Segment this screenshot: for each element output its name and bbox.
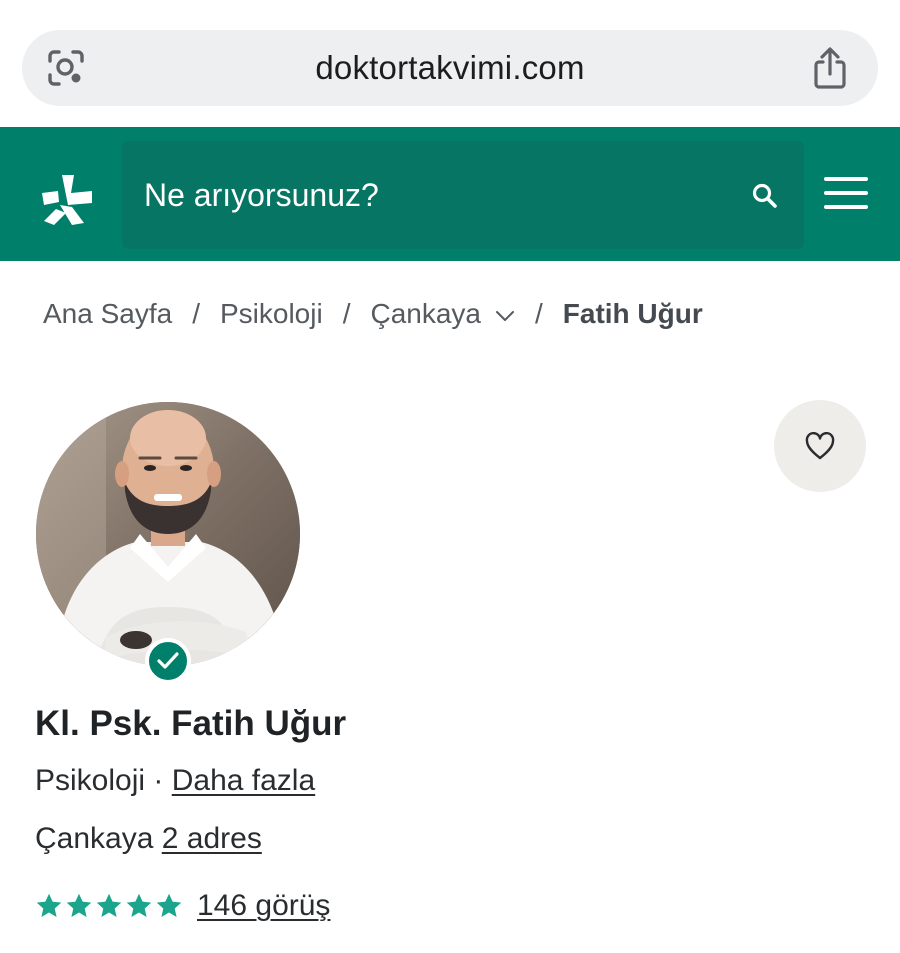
search-placeholder: Ne arıyorsunuz? [144, 177, 379, 213]
more-specialties-link[interactable]: Daha fazla [172, 764, 315, 797]
search-input[interactable]: Ne arıyorsunuz? [122, 141, 804, 249]
heart-icon [805, 432, 835, 460]
doctor-portrait-image [36, 402, 300, 666]
favorite-button[interactable] [774, 400, 866, 492]
doctor-name: Kl. Psk. Fatih Uğur [35, 704, 347, 743]
url-text[interactable]: doktortakvimi.com [22, 30, 878, 106]
avatar[interactable] [36, 402, 300, 666]
star-icon [36, 893, 62, 917]
specialty-text: Psikoloji [35, 764, 146, 797]
star-icon [126, 893, 152, 917]
breadcrumb-current: Fatih Uğur [562, 298, 703, 329]
addresses-link[interactable]: 2 adres [162, 822, 262, 855]
chevron-down-icon[interactable] [495, 310, 515, 322]
specialty-line: Psikoloji · Daha fazla [35, 764, 315, 798]
breadcrumb: Ana Sayfa / Psikoloji / Çankaya / Fatih … [43, 296, 703, 332]
site-header: Ne arıyorsunuz? [0, 127, 900, 261]
breadcrumb-separator: / [192, 298, 200, 329]
address-bar[interactable]: doktortakvimi.com [22, 30, 878, 106]
checkmark-icon [157, 652, 179, 669]
breadcrumb-item-specialty[interactable]: Psikoloji [220, 298, 323, 330]
hamburger-menu-icon[interactable] [824, 175, 868, 211]
star-icon [96, 893, 122, 917]
verified-badge [145, 638, 191, 684]
breadcrumb-item-home[interactable]: Ana Sayfa [43, 298, 172, 330]
share-icon[interactable] [810, 46, 850, 90]
star-rating [35, 892, 183, 920]
star-icon [156, 893, 182, 917]
address-line: Çankaya 2 adres [35, 822, 262, 856]
doktortakvimi-logo-icon[interactable] [38, 171, 96, 227]
breadcrumb-separator: / [342, 298, 351, 329]
breadcrumb-item-district[interactable]: Çankaya [370, 298, 481, 330]
district-text: Çankaya [35, 822, 154, 855]
specialty-separator: · [153, 764, 164, 797]
star-icon [66, 893, 92, 917]
reviews-link[interactable]: 146 görüş [197, 889, 330, 923]
rating-row: 146 görüş [35, 886, 330, 926]
search-icon[interactable] [752, 183, 778, 209]
breadcrumb-separator: / [534, 298, 543, 329]
